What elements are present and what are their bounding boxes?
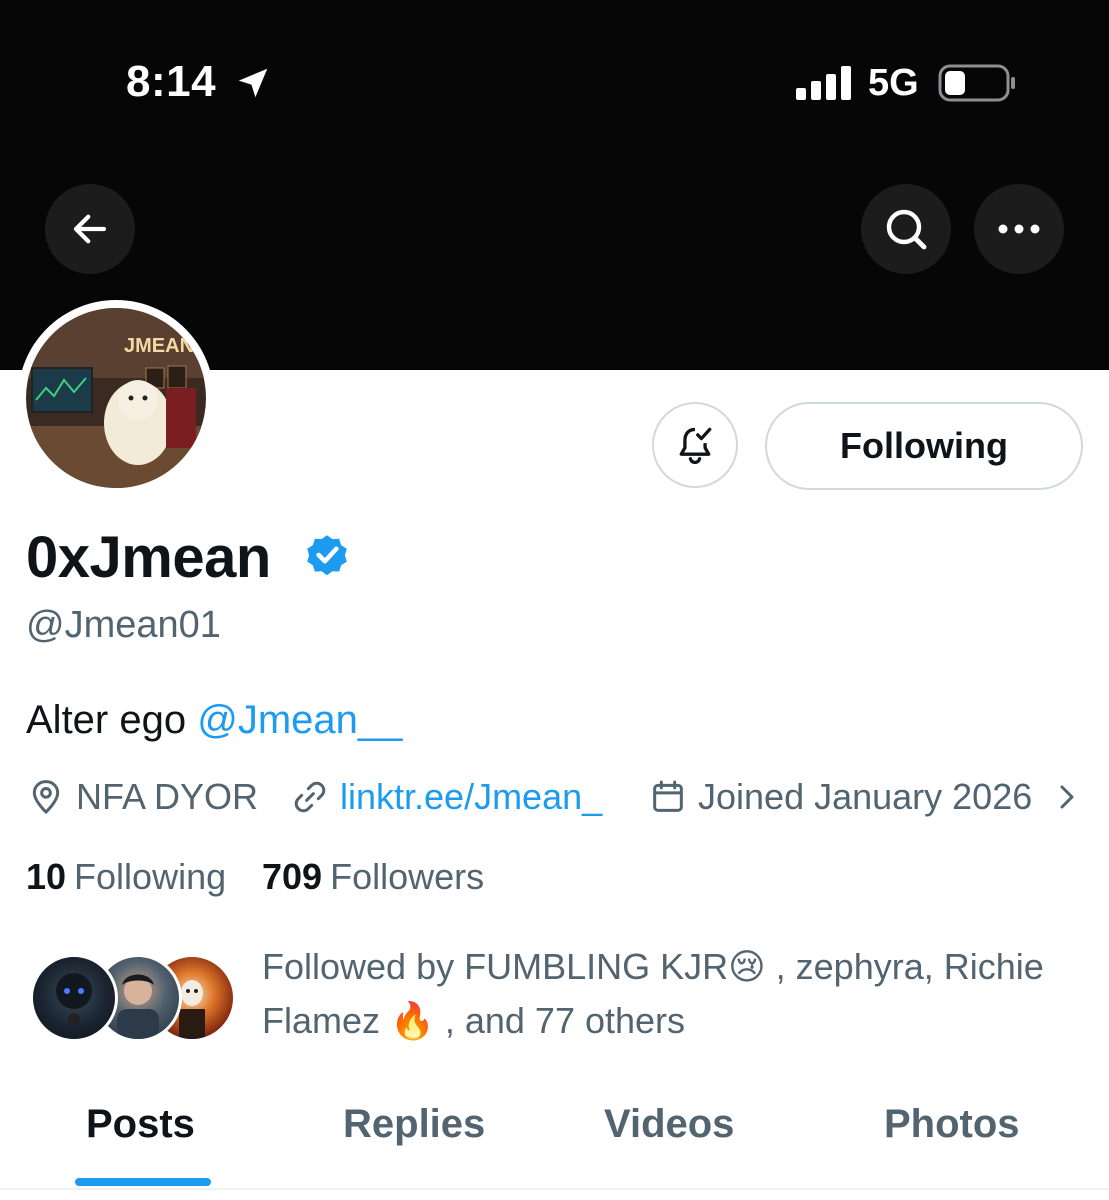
- joined-text: Joined January 2026: [698, 776, 1033, 817]
- bell-check-icon: [679, 427, 712, 465]
- bio-text: Alter ego: [26, 698, 198, 742]
- search-icon: [886, 209, 927, 250]
- more-icon: [998, 224, 1040, 234]
- avatar-sign-text: JMEAN: [124, 335, 194, 357]
- battery-icon: [938, 64, 1015, 102]
- display-name: 0xJmean: [26, 525, 271, 590]
- following-count: 10: [26, 856, 67, 897]
- profile-location: NFA DYOR: [26, 776, 258, 818]
- handle: @Jmean01: [26, 604, 221, 646]
- followed-by-text[interactable]: Followed by FUMBLING KJR😢 , zephyra, Ric…: [262, 940, 1082, 1048]
- following-button[interactable]: Following: [765, 402, 1083, 490]
- tabs-divider: [0, 1188, 1109, 1190]
- more-options-button[interactable]: [974, 184, 1064, 274]
- back-button[interactable]: [45, 184, 135, 274]
- active-tab-indicator: [75, 1178, 211, 1186]
- chevron-right-icon[interactable]: [1054, 782, 1080, 812]
- followers-count: 709: [262, 856, 323, 897]
- website-link[interactable]: linktr.ee/Jmean_: [340, 776, 602, 818]
- following-count-link[interactable]: 10 Following: [26, 856, 226, 898]
- followers-label: Followers: [330, 856, 485, 897]
- location-arrow-icon: [238, 68, 268, 98]
- followers-count-link[interactable]: 709 Followers: [262, 856, 484, 898]
- bio: Alter ego @Jmean__: [26, 698, 402, 743]
- calendar-icon: [653, 780, 683, 812]
- location-text: NFA DYOR: [76, 776, 259, 817]
- tab-photos[interactable]: Photos: [884, 1102, 1020, 1147]
- network-label: 5G: [868, 62, 919, 104]
- profile-avatar[interactable]: JMEAN: [18, 300, 214, 496]
- profile-website[interactable]: linktr.ee/Jmean_: [290, 776, 602, 818]
- tab-replies[interactable]: Replies: [343, 1102, 485, 1147]
- bio-mention-link[interactable]: @Jmean__: [197, 698, 402, 742]
- back-arrow-icon: [73, 214, 107, 244]
- location-pin-icon: [32, 780, 60, 815]
- link-icon: [294, 781, 326, 813]
- follower-avatar[interactable]: [30, 954, 118, 1042]
- tab-videos[interactable]: Videos: [604, 1102, 734, 1147]
- tab-posts[interactable]: Posts: [86, 1102, 195, 1147]
- verified-badge-icon[interactable]: [302, 530, 352, 580]
- signal-icon: [796, 66, 851, 100]
- profile-tabs: Posts Replies Videos Photos: [0, 1092, 1109, 1192]
- search-button[interactable]: [861, 184, 951, 274]
- status-time: 8:14: [126, 57, 217, 106]
- profile-joined[interactable]: Joined January 2026: [648, 776, 1032, 818]
- following-label: Following: [74, 856, 227, 897]
- avatar-image: JMEAN: [26, 308, 206, 488]
- notifications-button[interactable]: [652, 402, 738, 488]
